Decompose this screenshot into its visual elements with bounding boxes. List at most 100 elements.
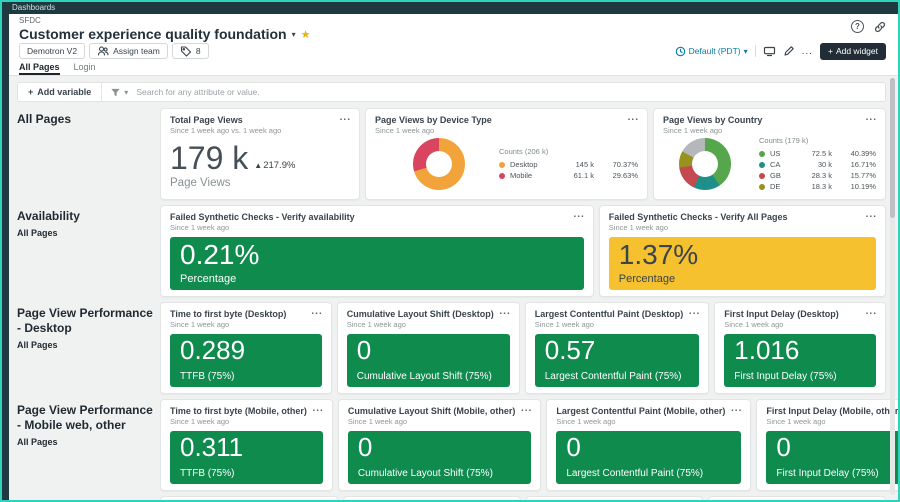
account-picker-button[interactable]: Demotron V2 (19, 43, 85, 59)
widget-cls-desktop[interactable]: Cumulative Layout Shift (Desktop) Since … (337, 302, 520, 394)
legend-item-desktop[interactable]: Desktop 145 k 70.37% (499, 159, 638, 170)
legend-item-de[interactable]: DE 18.3 k 10.19% (759, 181, 876, 192)
widget-subtitle: Since 1 week ago (609, 223, 876, 232)
billboard-unit-label: Percentage (619, 273, 866, 285)
row-label: Page View Performance - Mobile web, othe… (17, 403, 155, 433)
widget-menu-button[interactable]: ... (866, 209, 877, 220)
partial-widget[interactable] (343, 496, 521, 500)
search-input[interactable] (136, 83, 885, 101)
widget-cls-mobile[interactable]: Cumulative Layout Shift (Mobile, other) … (338, 399, 542, 491)
billboard-value: 0 (358, 434, 522, 461)
billboard-unit-label: Percentage (180, 273, 574, 285)
legend-item-mobile[interactable]: Mobile 61.1 k 29.63% (499, 170, 638, 181)
widget-total-page-views[interactable]: Total Page Views Since 1 week ago vs. 1 … (160, 108, 360, 200)
legend-percent: 40.39% (832, 149, 876, 158)
status-billboard: 0.21% Percentage (170, 237, 584, 290)
legend-color-dot (499, 162, 505, 168)
widget-menu-button[interactable]: ... (311, 306, 322, 317)
billboard-value: 0.57 (545, 337, 690, 364)
widget-menu-button[interactable]: ... (866, 306, 877, 317)
billboard-value: 0.21% (180, 240, 574, 269)
add-widget-label: Add widget (836, 46, 878, 56)
tab-all-pages[interactable]: All Pages (19, 61, 60, 75)
status-billboard: 0 Cumulative Layout Shift (75%) (348, 431, 532, 484)
billboard-value: 0 (357, 337, 500, 364)
billboard-unit-label: Largest Contentful Paint (75%) (566, 468, 731, 479)
legend-color-dot (499, 173, 505, 179)
tv-mode-icon[interactable] (763, 45, 776, 57)
row-label: All Pages (17, 112, 155, 127)
widget-fid-desktop[interactable]: First Input Delay (Desktop) Since 1 week… (714, 302, 886, 394)
breadcrumb[interactable]: Dashboards (12, 3, 55, 12)
widget-ttfb-desktop[interactable]: Time to first byte (Desktop) Since 1 wee… (160, 302, 332, 394)
filter-funnel-dropdown[interactable]: ▾ (102, 87, 136, 98)
widget-menu-button[interactable]: ... (521, 403, 532, 414)
status-billboard: 1.016 First Input Delay (75%) (724, 334, 876, 387)
widget-fid-mobile[interactable]: First Input Delay (Mobile, other) Since … (756, 399, 898, 491)
billboard-value: 0.311 (180, 434, 313, 461)
page-tabs: All Pages Login (9, 61, 898, 76)
donut-chart-device-type[interactable] (413, 138, 465, 190)
widget-page-views-by-country[interactable]: Page Views by Country Since 1 week ago .… (653, 108, 886, 200)
partial-widget[interactable] (708, 496, 886, 500)
add-widget-button[interactable]: + Add widget (820, 43, 886, 60)
widget-title: Failed Synthetic Checks - Verify availab… (170, 212, 584, 222)
widget-title: Largest Contentful Paint (Desktop) (535, 309, 700, 319)
scrollbar-thumb[interactable] (890, 78, 895, 218)
widget-menu-button[interactable]: ... (689, 306, 700, 317)
billboard-unit-label: TTFB (75%) (180, 468, 313, 479)
time-picker-label: Default (PDT) (689, 46, 741, 56)
help-icon[interactable]: ? (851, 20, 864, 33)
partial-widget[interactable] (160, 496, 338, 500)
chart-legend: Counts (179 k) US 72.5 k 40.39% CA 30 k (759, 136, 876, 192)
dashboard-row-performance-mobile: Page View Performance - Mobile web, othe… (17, 399, 886, 491)
donut-chart-country[interactable] (679, 138, 731, 190)
dashboard-row-performance-desktop: Page View Performance - Desktop All Page… (17, 302, 886, 394)
widget-failed-checks-all-pages[interactable]: Failed Synthetic Checks - Verify All Pag… (599, 205, 886, 297)
assign-team-button[interactable]: Assign team (89, 43, 168, 59)
widget-menu-button[interactable]: ... (628, 112, 639, 123)
more-options-button[interactable]: ... (802, 46, 813, 57)
widget-menu-button[interactable]: ... (573, 209, 584, 220)
time-picker[interactable]: Default (PDT) ▾ (675, 46, 748, 57)
widget-subtitle: Since 1 week ago (170, 417, 323, 426)
collapsed-left-nav[interactable] (2, 2, 9, 500)
widget-lcp-mobile[interactable]: Largest Contentful Paint (Mobile, other)… (546, 399, 751, 491)
widget-lcp-desktop[interactable]: Largest Contentful Paint (Desktop) Since… (525, 302, 710, 394)
tab-login[interactable]: Login (74, 61, 96, 75)
legend-color-dot (759, 173, 765, 179)
billboard-value: 0.289 (180, 337, 312, 364)
legend-item-gb[interactable]: GB 28.3 k 15.77% (759, 170, 876, 181)
tags-button[interactable]: 8 (172, 43, 209, 59)
partial-widget[interactable] (526, 496, 704, 500)
add-variable-label: Add variable (37, 87, 91, 97)
widget-subtitle: Since 1 week ago (556, 417, 741, 426)
favorite-star-icon[interactable]: ★ (301, 28, 311, 41)
legend-item-us[interactable]: US 72.5 k 40.39% (759, 148, 876, 159)
widget-page-views-by-device[interactable]: Page Views by Device Type Since 1 week a… (365, 108, 648, 200)
status-billboard: 1.37% Percentage (609, 237, 876, 290)
widget-menu-button[interactable]: ... (499, 306, 510, 317)
toolbar-divider (755, 45, 756, 57)
legend-item-ca[interactable]: CA 30 k 16.71% (759, 159, 876, 170)
widget-failed-checks-availability[interactable]: Failed Synthetic Checks - Verify availab… (160, 205, 594, 297)
billboard-unit-label: Page Views (170, 177, 350, 189)
widget-title: Time to first byte (Desktop) (170, 309, 322, 319)
link-icon[interactable] (874, 21, 886, 33)
billboard-unit-label: TTFB (75%) (180, 371, 312, 382)
widget-subtitle: Since 1 week ago (535, 320, 700, 329)
page-title: Customer experience quality foundation (19, 26, 287, 42)
edit-pencil-icon[interactable] (783, 45, 795, 57)
add-variable-button[interactable]: + Add variable (18, 83, 102, 101)
chevron-down-icon[interactable]: ▾ (292, 30, 296, 39)
widget-menu-button[interactable]: ... (313, 403, 324, 414)
legend-value: 61.1 k (558, 171, 594, 180)
widget-menu-button[interactable]: ... (731, 403, 742, 414)
widget-menu-button[interactable]: ... (340, 112, 351, 123)
widget-ttfb-mobile[interactable]: Time to first byte (Mobile, other) Since… (160, 399, 333, 491)
status-billboard: 0 Cumulative Layout Shift (75%) (347, 334, 510, 387)
widget-menu-button[interactable]: ... (866, 112, 877, 123)
app-window: Dashboards SFDC Customer experience qual… (0, 0, 900, 502)
billboard-value: 179 k (170, 142, 248, 174)
vertical-scrollbar[interactable] (890, 78, 895, 495)
